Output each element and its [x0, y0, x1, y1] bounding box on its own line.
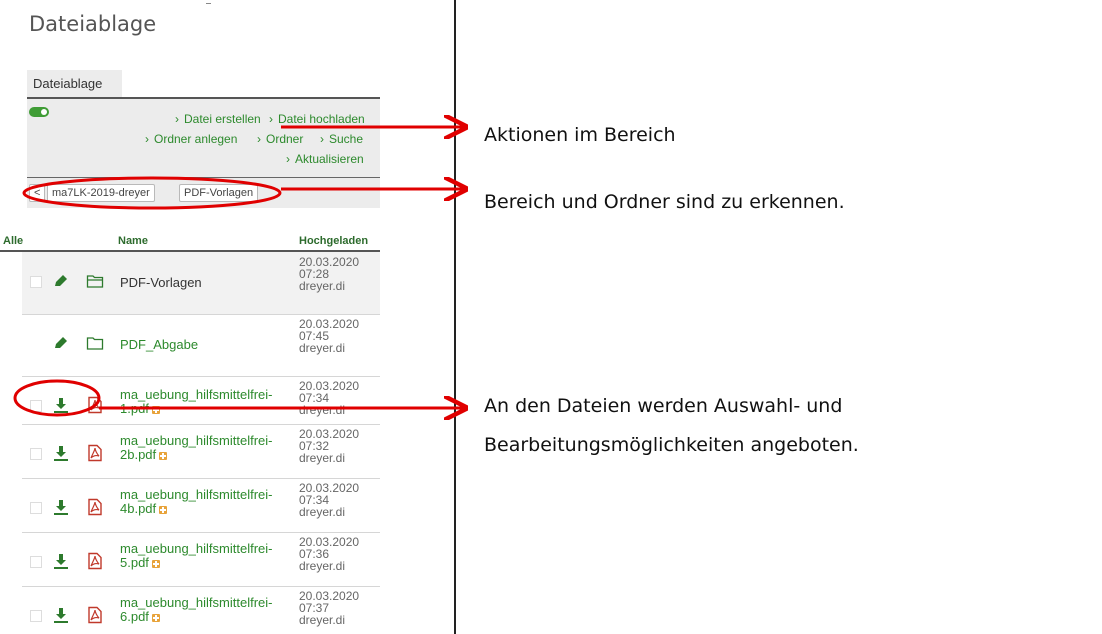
breadcrumb-highlight-ellipse — [22, 176, 282, 210]
annotation-overlay — [13, 0, 1102, 634]
annotation-files-line1: An den Dateien werden Auswahl- und — [484, 395, 843, 417]
annotation-files-line2: Bearbeitungsmöglichkeiten angeboten. — [484, 434, 859, 456]
annotation-actions: Aktionen im Bereich — [484, 124, 676, 146]
annotation-breadcrumb: Bereich und Ordner sind zu erkennen. — [484, 191, 845, 213]
file-controls-highlight-ellipse — [13, 379, 101, 417]
